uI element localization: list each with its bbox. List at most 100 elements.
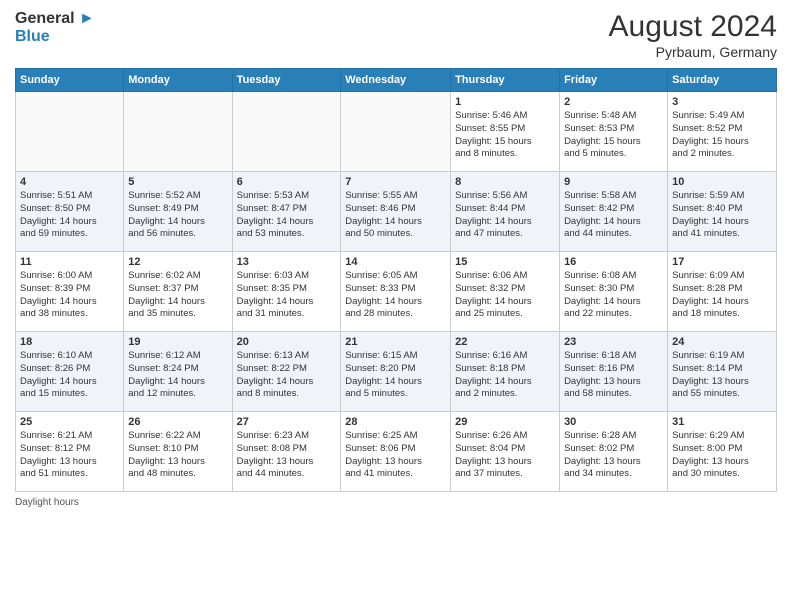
day-detail: Sunrise: 6:08 AM Sunset: 8:30 PM Dayligh…	[564, 270, 663, 321]
calendar-cell	[124, 92, 232, 172]
calendar-cell: 5Sunrise: 5:52 AM Sunset: 8:49 PM Daylig…	[124, 172, 232, 252]
day-detail: Sunrise: 5:48 AM Sunset: 8:53 PM Dayligh…	[564, 110, 663, 161]
calendar-cell: 1 Sunrise: 5:46 AM Sunset: 8:55 PM Daylig…	[451, 92, 560, 172]
page-header: General ► Blue August 2024 Pyrbaum, Germ…	[15, 10, 777, 60]
calendar-cell: 24 Sunrise: 6:19 AM Sunset: 8:14 PM Dayli…	[668, 332, 777, 412]
logo-text: General ► Blue	[15, 10, 95, 45]
day-number: 30	[564, 416, 663, 428]
calendar-cell	[16, 92, 124, 172]
column-header-sunday: Sunday	[16, 69, 124, 92]
column-header-thursday: Thursday	[451, 69, 560, 92]
day-number: 24	[672, 336, 772, 348]
day-number: 13	[237, 256, 337, 268]
day-detail: Sunrise: 5:55 AM Sunset: 8:46 PM Dayligh…	[345, 190, 446, 241]
calendar-week-1: 1 Sunrise: 5:46 AM Sunset: 8:55 PM Daylig…	[16, 92, 777, 172]
day-detail: Sunrise: 5:56 AM Sunset: 8:44 PM Dayligh…	[455, 190, 555, 241]
day-detail: Sunrise: 6:00 AM Sunset: 8:39 PM Dayligh…	[20, 270, 119, 321]
day-number: 3	[672, 96, 772, 108]
day-detail: Sunrise: 5:46 AM Sunset: 8:55 PM Dayligh…	[455, 110, 555, 161]
day-detail: Sunrise: 5:51 AM Sunset: 8:50 PM Dayligh…	[20, 190, 119, 241]
calendar-cell: 20Sunrise: 6:13 AM Sunset: 8:22 PM Dayli…	[232, 332, 341, 412]
day-number: 17	[672, 256, 772, 268]
calendar-cell: 22 Sunrise: 6:16 AM Sunset: 8:18 PM Dayli…	[451, 332, 560, 412]
day-detail: Sunrise: 6:15 AM Sunset: 8:20 PM Dayligh…	[345, 350, 446, 401]
day-number: 26	[128, 416, 227, 428]
day-number: 21	[345, 336, 446, 348]
day-number: 2	[564, 96, 663, 108]
day-detail: Sunrise: 6:05 AM Sunset: 8:33 PM Dayligh…	[345, 270, 446, 321]
calendar-cell: 3 Sunrise: 5:49 AM Sunset: 8:52 PM Daylig…	[668, 92, 777, 172]
day-number: 15	[455, 256, 555, 268]
logo: General ► Blue	[15, 10, 95, 45]
day-detail: Sunrise: 6:10 AM Sunset: 8:26 PM Dayligh…	[20, 350, 119, 401]
day-detail: Sunrise: 5:49 AM Sunset: 8:52 PM Dayligh…	[672, 110, 772, 161]
day-number: 9	[564, 176, 663, 188]
day-number: 31	[672, 416, 772, 428]
day-number: 16	[564, 256, 663, 268]
day-detail: Sunrise: 6:12 AM Sunset: 8:24 PM Dayligh…	[128, 350, 227, 401]
day-detail: Sunrise: 6:18 AM Sunset: 8:16 PM Dayligh…	[564, 350, 663, 401]
day-number: 8	[455, 176, 555, 188]
day-number: 23	[564, 336, 663, 348]
calendar-cell: 11 Sunrise: 6:00 AM Sunset: 8:39 PM Dayli…	[16, 252, 124, 332]
calendar-cell: 2 Sunrise: 5:48 AM Sunset: 8:53 PM Daylig…	[560, 92, 668, 172]
day-number: 11	[20, 256, 119, 268]
day-detail: Sunrise: 6:09 AM Sunset: 8:28 PM Dayligh…	[672, 270, 772, 321]
day-number: 18	[20, 336, 119, 348]
daylight-label: Daylight hours	[15, 497, 79, 508]
calendar-cell: 21 Sunrise: 6:15 AM Sunset: 8:20 PM Dayli…	[341, 332, 451, 412]
day-detail: Sunrise: 6:16 AM Sunset: 8:18 PM Dayligh…	[455, 350, 555, 401]
calendar-cell: 27 Sunrise: 6:23 AM Sunset: 8:08 PM Dayli…	[232, 412, 341, 492]
day-number: 29	[455, 416, 555, 428]
calendar-cell: 7Sunrise: 5:55 AM Sunset: 8:46 PM Daylig…	[341, 172, 451, 252]
calendar-table: SundayMondayTuesdayWednesdayThursdayFrid…	[15, 68, 777, 492]
calendar-cell: 31 Sunrise: 6:29 AM Sunset: 8:00 PM Dayli…	[668, 412, 777, 492]
calendar-week-4: 18 Sunrise: 6:10 AM Sunset: 8:26 PM Dayli…	[16, 332, 777, 412]
calendar-cell: 10 Sunrise: 5:59 AM Sunset: 8:40 PM Dayli…	[668, 172, 777, 252]
calendar-cell: 9Sunrise: 5:58 AM Sunset: 8:42 PM Daylig…	[560, 172, 668, 252]
day-number: 22	[455, 336, 555, 348]
day-detail: Sunrise: 6:29 AM Sunset: 8:00 PM Dayligh…	[672, 430, 772, 481]
day-detail: Sunrise: 6:19 AM Sunset: 8:14 PM Dayligh…	[672, 350, 772, 401]
day-detail: Sunrise: 5:59 AM Sunset: 8:40 PM Dayligh…	[672, 190, 772, 241]
day-number: 4	[20, 176, 119, 188]
calendar-cell	[341, 92, 451, 172]
column-header-monday: Monday	[124, 69, 232, 92]
calendar-cell: 17 Sunrise: 6:09 AM Sunset: 8:28 PM Dayli…	[668, 252, 777, 332]
calendar-cell: 14 Sunrise: 6:05 AM Sunset: 8:33 PM Dayli…	[341, 252, 451, 332]
day-number: 10	[672, 176, 772, 188]
column-header-tuesday: Tuesday	[232, 69, 341, 92]
calendar-week-2: 4 Sunrise: 5:51 AM Sunset: 8:50 PM Daylig…	[16, 172, 777, 252]
day-number: 14	[345, 256, 446, 268]
calendar-cell: 15Sunrise: 6:06 AM Sunset: 8:32 PM Dayli…	[451, 252, 560, 332]
day-detail: Sunrise: 6:22 AM Sunset: 8:10 PM Dayligh…	[128, 430, 227, 481]
calendar-cell: 26 Sunrise: 6:22 AM Sunset: 8:10 PM Dayli…	[124, 412, 232, 492]
day-detail: Sunrise: 6:13 AM Sunset: 8:22 PM Dayligh…	[237, 350, 337, 401]
column-header-wednesday: Wednesday	[341, 69, 451, 92]
calendar-cell: 13 Sunrise: 6:03 AM Sunset: 8:35 PM Dayli…	[232, 252, 341, 332]
day-number: 1	[455, 96, 555, 108]
calendar-cell: 6 Sunrise: 5:53 AM Sunset: 8:47 PM Daylig…	[232, 172, 341, 252]
calendar-cell: 23 Sunrise: 6:18 AM Sunset: 8:16 PM Dayli…	[560, 332, 668, 412]
day-detail: Sunrise: 6:03 AM Sunset: 8:35 PM Dayligh…	[237, 270, 337, 321]
day-detail: Sunrise: 6:02 AM Sunset: 8:37 PM Dayligh…	[128, 270, 227, 321]
day-detail: Sunrise: 6:21 AM Sunset: 8:12 PM Dayligh…	[20, 430, 119, 481]
day-detail: Sunrise: 6:23 AM Sunset: 8:08 PM Dayligh…	[237, 430, 337, 481]
day-number: 6	[237, 176, 337, 188]
calendar-cell: 30 Sunrise: 6:28 AM Sunset: 8:02 PM Dayli…	[560, 412, 668, 492]
day-number: 19	[128, 336, 227, 348]
day-number: 27	[237, 416, 337, 428]
day-detail: Sunrise: 6:28 AM Sunset: 8:02 PM Dayligh…	[564, 430, 663, 481]
calendar-cell: 4 Sunrise: 5:51 AM Sunset: 8:50 PM Daylig…	[16, 172, 124, 252]
day-detail: Sunrise: 5:53 AM Sunset: 8:47 PM Dayligh…	[237, 190, 337, 241]
calendar-cell: 16 Sunrise: 6:08 AM Sunset: 8:30 PM Dayli…	[560, 252, 668, 332]
calendar-cell: 8 Sunrise: 5:56 AM Sunset: 8:44 PM Daylig…	[451, 172, 560, 252]
column-header-friday: Friday	[560, 69, 668, 92]
title-block: August 2024 Pyrbaum, Germany	[609, 10, 777, 60]
footer-note: Daylight hours	[15, 497, 777, 508]
day-detail: Sunrise: 6:25 AM Sunset: 8:06 PM Dayligh…	[345, 430, 446, 481]
day-number: 12	[128, 256, 227, 268]
calendar-cell	[232, 92, 341, 172]
day-number: 28	[345, 416, 446, 428]
location: Pyrbaum, Germany	[609, 44, 777, 60]
